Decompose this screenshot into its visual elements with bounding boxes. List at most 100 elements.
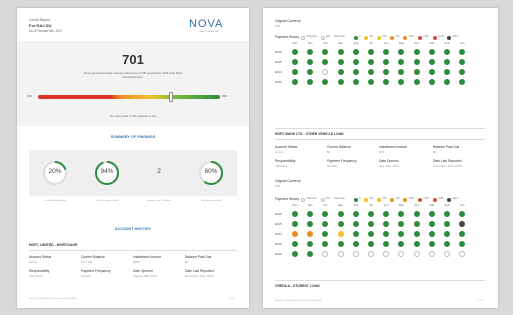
- field-value: Individual: [29, 274, 42, 278]
- payment-status-dot: [352, 211, 359, 217]
- payment-status-dot: [337, 211, 344, 217]
- payment-status-dot: [444, 251, 450, 257]
- payment-status-dot: [337, 79, 344, 85]
- month-label: May: [398, 41, 405, 45]
- payment-status-dot: [322, 241, 329, 247]
- payment-status-dot: [444, 241, 450, 247]
- legend-label: 180+: [452, 197, 459, 201]
- finding-value: 20%: [48, 168, 62, 175]
- legend-label: <90: [394, 35, 400, 39]
- payment-status-dot: [322, 221, 329, 227]
- payment-status-dot: [307, 59, 314, 65]
- payment-status-dot: [413, 231, 420, 237]
- payment-status-dot: [459, 69, 466, 75]
- page-number: 1 of 4: [229, 298, 235, 300]
- payment-status-dot: [352, 231, 359, 237]
- payment-status-dot: [322, 59, 329, 65]
- legend-label: <60: [381, 197, 387, 201]
- month-label: Dec: [292, 203, 298, 207]
- payment-status-dot: [383, 49, 390, 55]
- field-value: $0: [185, 260, 189, 264]
- payment-status-dot: [383, 231, 390, 237]
- legend-swatch: [403, 35, 407, 40]
- legend-swatch: [363, 197, 368, 202]
- payment-status-dot: [307, 49, 314, 55]
- payment-status-dot: [337, 241, 344, 247]
- payment-status-dot: [337, 59, 344, 65]
- score-description-2: described below.: [122, 75, 144, 79]
- payment-status-dot: [428, 241, 435, 247]
- month-label: Jun: [383, 41, 389, 45]
- month-label: Jul: [369, 203, 373, 207]
- field-label: Account Status: [29, 255, 52, 259]
- field-value: Individual: [275, 164, 288, 168]
- payment-status-dot: [398, 241, 405, 247]
- finding-value: 60%: [204, 168, 218, 175]
- payment-status-dot: [352, 251, 359, 257]
- year-label: 2014: [275, 231, 282, 236]
- payment-status-dot: [459, 49, 466, 55]
- payment-status-dot: [292, 59, 298, 65]
- page-number: 2 of 4: [478, 300, 484, 302]
- payment-status-dot: [292, 251, 298, 257]
- field-value: Active: [29, 260, 38, 264]
- payment-status-dot: [352, 221, 359, 227]
- divider: [275, 280, 485, 281]
- account3-name: CREDILA - STUDENT LOAN: [275, 284, 320, 288]
- month-label: Apr: [414, 41, 419, 45]
- scale-min: 300: [27, 94, 33, 98]
- nova-logo: NOVA: [189, 18, 224, 30]
- month-label: Jan: [459, 41, 465, 45]
- legend-swatch: [417, 197, 422, 202]
- payment-status-dot: [398, 59, 405, 65]
- account-name: HDFC LIMITED - MORTGAGE: [29, 243, 78, 247]
- payment-status-dot: [337, 251, 344, 257]
- divider: [29, 250, 237, 251]
- payment-status-dot: [398, 79, 405, 85]
- field-value: $0: [433, 150, 437, 154]
- payment-status-dot: [292, 49, 298, 55]
- divider: [275, 128, 485, 129]
- field-value: $0: [327, 150, 331, 154]
- payment-status-dot: [383, 211, 390, 217]
- payment-status-dot: [368, 49, 374, 55]
- payment-status-dot: [383, 221, 390, 227]
- field-value: Monthly: [81, 274, 92, 278]
- payment-status-dot: [413, 221, 420, 227]
- payment-status-dot: [292, 211, 298, 217]
- month-label: Mar: [429, 41, 435, 45]
- payment-status-dot: [428, 221, 435, 227]
- field-value: $385: [133, 260, 140, 264]
- payment-status-dot: [413, 49, 420, 55]
- payment-status-dot: [383, 241, 390, 247]
- legend-swatch: [447, 35, 452, 40]
- legend-label: <120: [408, 35, 414, 39]
- payment-status-dot: [444, 69, 450, 75]
- payment-status-dot: [292, 241, 298, 247]
- divider: [275, 139, 485, 140]
- legend-label: <120: [408, 197, 414, 201]
- payment-status-dot: [337, 69, 344, 75]
- payment-status-dot: [322, 231, 329, 237]
- legend-label: Unknown: [306, 35, 317, 39]
- payment-status-dot: [459, 251, 466, 257]
- field-label: Payment Frequency: [327, 159, 357, 163]
- payment-status-dot: [459, 231, 466, 237]
- payment-status-dot: [383, 251, 390, 257]
- payment-status-dot: [322, 251, 329, 257]
- payment-status-dot: [292, 79, 298, 85]
- payment-status-dot: [368, 59, 374, 65]
- month-label: Mar: [429, 203, 435, 207]
- payment-status-dot: [368, 251, 374, 257]
- legend-swatch: [320, 197, 325, 202]
- finding-value: 2: [157, 168, 161, 175]
- field-label: Date Opened: [133, 269, 153, 273]
- report-page-1: Credit Report For RAJ DU As of October 6…: [17, 8, 249, 308]
- field-label: Installment Amount: [133, 255, 162, 259]
- payment-status-dot: [368, 221, 374, 227]
- payment-status-dot: [322, 69, 329, 75]
- payment-status-dot: [428, 59, 435, 65]
- payment-status-dot: [428, 79, 435, 85]
- field-label: Installment Amount: [379, 145, 408, 149]
- legend-swatch: [432, 197, 437, 202]
